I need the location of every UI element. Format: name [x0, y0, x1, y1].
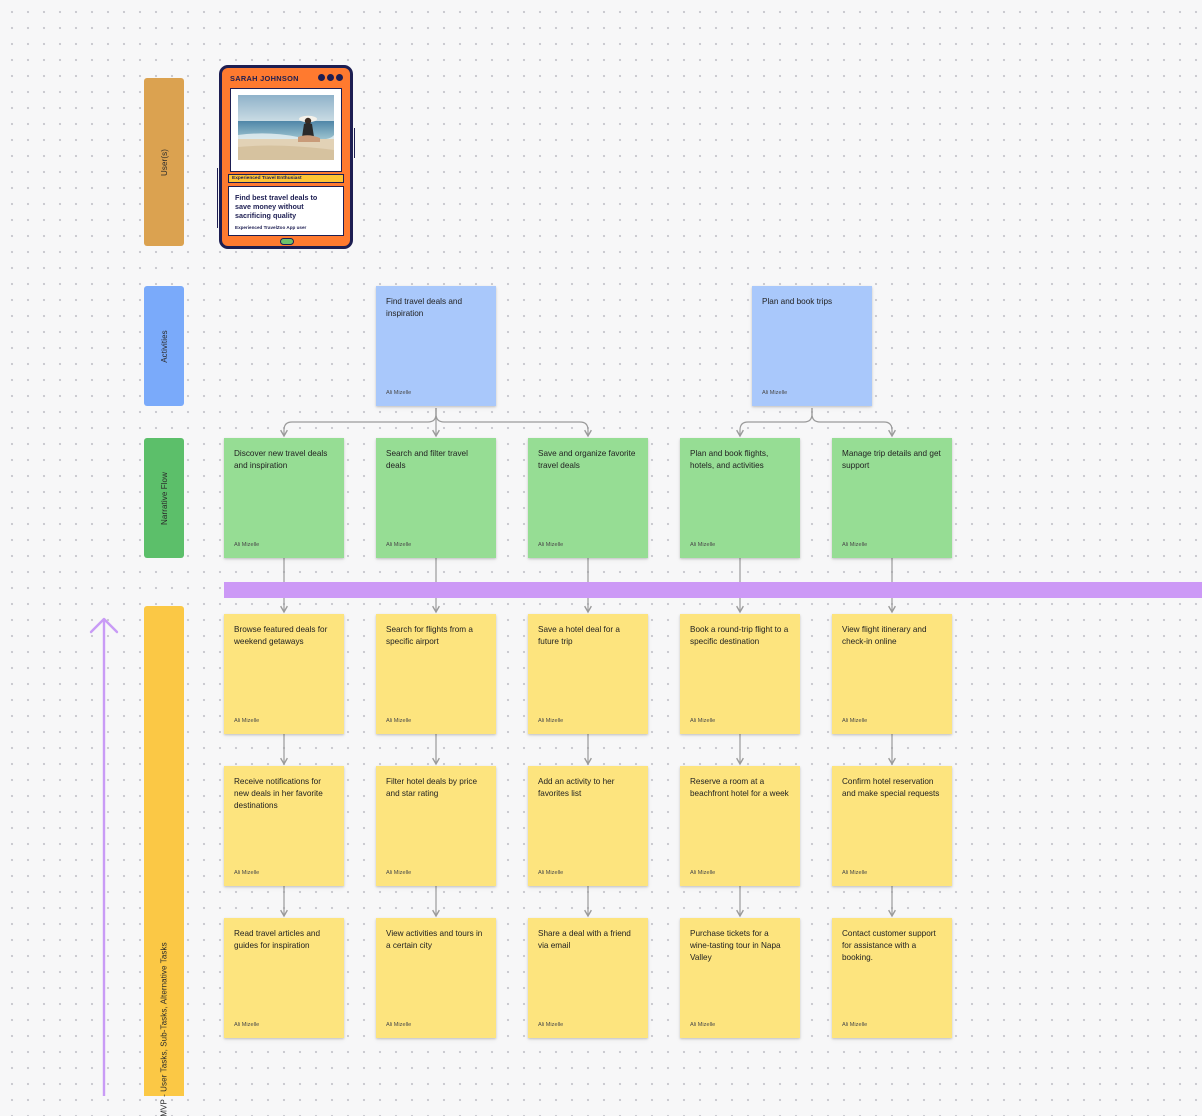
narrative-note-4[interactable]: Plan and book flights, hotels, and activ…	[680, 438, 800, 558]
task-note-text: Confirm hotel reservation and make speci…	[842, 777, 940, 798]
lane-users-label: User(s)	[159, 148, 169, 176]
task-note-r2-c2[interactable]: Filter hotel deals by price and star rat…	[376, 766, 496, 886]
task-note-r2-c3[interactable]: Add an activity to her favorites list Al…	[528, 766, 648, 886]
task-note-r1-c2[interactable]: Search for flights from a specific airpo…	[376, 614, 496, 734]
task-note-text: Read travel articles and guides for insp…	[234, 929, 321, 950]
activity-note-1[interactable]: Find travel deals and inspiration Ali Mi…	[376, 286, 496, 406]
task-note-author: Ali Mizelle	[690, 870, 716, 876]
persona-dot-2	[327, 74, 334, 81]
narrative-note-3[interactable]: Save and organize favorite travel deals …	[528, 438, 648, 558]
persona-subtitle: Experienced TravelZoo App user	[235, 225, 307, 230]
task-note-r1-c5[interactable]: View flight itinerary and check-in onlin…	[832, 614, 952, 734]
persona-rail-left	[217, 168, 218, 228]
task-note-author: Ali Mizelle	[234, 870, 260, 876]
release-bar	[224, 582, 1202, 598]
lane-narrative-flow[interactable]: Narrative Flow	[144, 438, 184, 558]
narrative-note-2[interactable]: Search and filter travel deals Ali Mizel…	[376, 438, 496, 558]
activity-note-author: Ali Mizelle	[762, 390, 788, 396]
task-note-r1-c3[interactable]: Save a hotel deal for a future trip Ali …	[528, 614, 648, 734]
persona-dots	[318, 74, 343, 81]
persona-body: Find best travel deals to save money wit…	[228, 186, 344, 236]
task-note-text: Save a hotel deal for a future trip	[538, 625, 620, 646]
persona-card[interactable]: SARAH JOHNSON Experienced Travel Enthusi…	[217, 65, 355, 249]
task-note-text: Purchase tickets for a wine-tasting tour…	[690, 929, 781, 962]
activity-note-author: Ali Mizelle	[386, 390, 412, 396]
task-note-text: View activities and tours in a certain c…	[386, 929, 483, 950]
task-note-r3-c2[interactable]: View activities and tours in a certain c…	[376, 918, 496, 1038]
task-note-author: Ali Mizelle	[386, 1022, 412, 1028]
task-note-r1-c4[interactable]: Book a round-trip flight to a specific d…	[680, 614, 800, 734]
lane-activities[interactable]: Activities	[144, 286, 184, 406]
task-note-text: Reserve a room at a beachfront hotel for…	[690, 777, 789, 798]
activity-note-text: Find travel deals and inspiration	[386, 297, 463, 318]
persona-dot-1	[318, 74, 325, 81]
task-note-text: Share a deal with a friend via email	[538, 929, 631, 950]
task-note-text: Browse featured deals for weekend getawa…	[234, 625, 328, 646]
task-note-text: Search for flights from a specific airpo…	[386, 625, 473, 646]
task-note-author: Ali Mizelle	[842, 1022, 868, 1028]
task-note-text: Add an activity to her favorites list	[538, 777, 615, 798]
lane-mvp[interactable]: MVP - User Tasks, Sub-Tasks, Alternative…	[144, 606, 184, 1116]
task-note-r2-c1[interactable]: Receive notifications for new deals in h…	[224, 766, 344, 886]
task-note-text: View flight itinerary and check-in onlin…	[842, 625, 927, 646]
task-note-author: Ali Mizelle	[538, 1022, 564, 1028]
narrative-note-text: Plan and book flights, hotels, and activ…	[690, 449, 769, 470]
task-note-author: Ali Mizelle	[690, 718, 716, 724]
lane-mvp-label: MVP - User Tasks, Sub-Tasks, Alternative…	[159, 941, 169, 1116]
task-note-author: Ali Mizelle	[538, 870, 564, 876]
narrative-note-text: Search and filter travel deals	[386, 449, 468, 470]
narrative-note-author: Ali Mizelle	[842, 542, 868, 548]
persona-badge-icon	[280, 238, 294, 245]
narrative-note-author: Ali Mizelle	[690, 542, 716, 548]
narrative-note-author: Ali Mizelle	[234, 542, 260, 548]
lane-activities-label: Activities	[159, 329, 169, 363]
task-note-author: Ali Mizelle	[234, 1022, 260, 1028]
persona-name: SARAH JOHNSON	[230, 74, 299, 83]
persona-role: Experienced Travel Enthusiast	[228, 174, 344, 183]
lane-users[interactable]: User(s)	[144, 78, 184, 246]
task-note-text: Book a round-trip flight to a specific d…	[690, 625, 789, 646]
task-note-author: Ali Mizelle	[690, 1022, 716, 1028]
narrative-note-text: Discover new travel deals and inspiratio…	[234, 449, 328, 470]
narrative-note-1[interactable]: Discover new travel deals and inspiratio…	[224, 438, 344, 558]
task-note-author: Ali Mizelle	[538, 718, 564, 724]
task-note-r2-c5[interactable]: Confirm hotel reservation and make speci…	[832, 766, 952, 886]
task-note-author: Ali Mizelle	[386, 718, 412, 724]
persona-goal: Find best travel deals to save money wit…	[235, 193, 318, 220]
narrative-note-text: Save and organize favorite travel deals	[538, 449, 636, 470]
persona-photo-frame	[230, 88, 342, 172]
narrative-note-text: Manage trip details and get support	[842, 449, 941, 470]
persona-photo	[238, 95, 334, 160]
task-note-r1-c1[interactable]: Browse featured deals for weekend getawa…	[224, 614, 344, 734]
task-note-author: Ali Mizelle	[234, 718, 260, 724]
activity-note-2[interactable]: Plan and book trips Ali Mizelle	[752, 286, 872, 406]
task-note-r3-c4[interactable]: Purchase tickets for a wine-tasting tour…	[680, 918, 800, 1038]
persona-dot-3	[336, 74, 343, 81]
activity-1-connectors	[280, 408, 592, 438]
lane-narrative-label: Narrative Flow	[159, 471, 169, 525]
narrative-note-5[interactable]: Manage trip details and get support Ali …	[832, 438, 952, 558]
narrative-note-author: Ali Mizelle	[538, 542, 564, 548]
activity-2-connectors	[736, 408, 896, 438]
priority-arrow	[89, 617, 119, 1096]
task-note-r3-c3[interactable]: Share a deal with a friend via email Ali…	[528, 918, 648, 1038]
persona-rail-right	[354, 128, 355, 158]
task-note-text: Filter hotel deals by price and star rat…	[386, 777, 478, 798]
task-note-author: Ali Mizelle	[842, 870, 868, 876]
task-note-r2-c4[interactable]: Reserve a room at a beachfront hotel for…	[680, 766, 800, 886]
narrative-note-author: Ali Mizelle	[386, 542, 412, 548]
task-note-author: Ali Mizelle	[386, 870, 412, 876]
task-note-author: Ali Mizelle	[842, 718, 868, 724]
task-note-text: Contact customer support for assistance …	[842, 929, 936, 962]
task-note-r3-c1[interactable]: Read travel articles and guides for insp…	[224, 918, 344, 1038]
beach-photo	[238, 95, 334, 160]
activity-note-text: Plan and book trips	[762, 297, 833, 306]
task-note-text: Receive notifications for new deals in h…	[234, 777, 323, 810]
task-note-r3-c5[interactable]: Contact customer support for assistance …	[832, 918, 952, 1038]
